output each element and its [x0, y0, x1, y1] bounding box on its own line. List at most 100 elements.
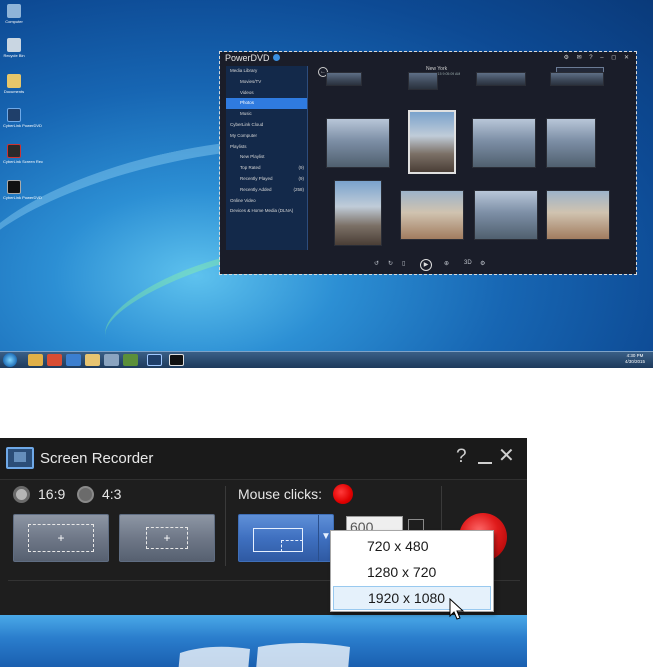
powerdvd-sidebar: Media Library Movies/TV Videos Photos Music C… [226, 66, 308, 250]
app-taskbar-icon[interactable] [104, 354, 119, 366]
desktop-preview-strip [0, 615, 527, 667]
play-icon[interactable]: ▶ [420, 259, 432, 271]
desktop-icon-recycle-bin[interactable]: Recycle Bin [3, 38, 25, 58]
settings-icon[interactable]: ⚙ [480, 260, 485, 267]
sidebar-item-label: Recently Played [240, 175, 273, 181]
desktop-icon-powerdvd[interactable]: CyberLink PowerDVD [3, 108, 42, 128]
photo-thumbnail[interactable] [474, 190, 538, 240]
start-button[interactable] [3, 353, 17, 367]
folder-taskbar-icon[interactable] [85, 354, 100, 366]
sidebar-item-label: Recently Added [240, 186, 272, 192]
recycle-bin-icon [7, 38, 21, 52]
desktop-icon-computer[interactable]: Computer [3, 4, 25, 24]
sidebar-item[interactable]: Top Rated (9) [226, 163, 307, 174]
recorder-title: Screen Recorder [40, 450, 154, 467]
fixed-resolution-button[interactable]: ▼ [238, 514, 334, 562]
sidebar-item[interactable]: Recently Added (258) [226, 185, 307, 196]
photo-thumbnail[interactable] [334, 180, 382, 246]
sidebar-item[interactable]: My Computer [226, 131, 307, 142]
resolution-option-720[interactable]: 720 x 480 [333, 534, 491, 558]
desktop-icon-powerdvd-2[interactable]: CyberLink PowerDVD [3, 180, 42, 200]
sidebar-item-label: CyberLink Cloud [230, 121, 264, 127]
sidebar-item-label: Movies/TV [240, 78, 262, 84]
sidebar-item[interactable]: Music [226, 109, 307, 120]
mouse-clicks-label: Mouse clicks: [238, 486, 323, 502]
taskbar-clock[interactable]: 4:30 PM 4/30/2015 [625, 353, 645, 365]
photo-thumbnail[interactable] [326, 118, 390, 168]
photo-thumbnail[interactable] [400, 190, 464, 240]
divider [225, 486, 226, 566]
photo-thumbnail[interactable] [550, 72, 604, 86]
photo-thumbnail[interactable] [472, 118, 536, 168]
sidebar-item-count: (9) [298, 165, 305, 171]
photo-thumbnail[interactable] [546, 118, 596, 168]
desktop-icon-documents[interactable]: Documents [3, 74, 25, 94]
photo-thumbnail[interactable] [546, 190, 610, 240]
ie-taskbar-icon[interactable] [66, 354, 81, 366]
sidebar-item-label: Videos [240, 89, 254, 95]
photo-thumbnail[interactable] [476, 72, 526, 86]
radio-16-9[interactable] [13, 486, 30, 503]
close-button[interactable]: ✕ [498, 446, 515, 466]
sidebar-item[interactable]: Online Video [226, 196, 307, 207]
sidebar-item[interactable]: CyberLink Cloud [226, 120, 307, 131]
sidebar-item-count: (258) [293, 186, 304, 192]
photo-thumbnail[interactable] [408, 72, 438, 90]
radio-16-9-label: 16:9 [38, 486, 66, 502]
resolution-frame-icon [253, 528, 303, 552]
powerdvd-title: PowerDVD [225, 53, 280, 63]
sidebar-item-label: My Computer [230, 132, 258, 138]
sidebar-item-label: Media Library [230, 68, 258, 73]
sidebar-item-label: Online Video [230, 197, 256, 203]
desktop-icon-screen-recorder[interactable]: CyberLink Screen Rec [3, 144, 43, 164]
sidebar-item-label: Top Rated [240, 165, 261, 171]
sidebar-item[interactable]: Movies/TV [226, 77, 307, 88]
threed-button[interactable]: 3D [464, 260, 472, 266]
play-app-icon [7, 180, 21, 194]
powerdvd-window: PowerDVD ⚙ ✉ ? – ◻ ✕ Media Library Movies… [220, 52, 636, 274]
rotate-right-icon[interactable]: ↻ [388, 260, 393, 267]
crosshair-icon: + [57, 531, 65, 545]
zoom-icon[interactable]: ⊕ [444, 260, 449, 267]
help-button[interactable]: ? [456, 446, 467, 468]
folder-icon [7, 74, 21, 88]
windows-logo-icon [178, 643, 350, 667]
powerdvd-window-controls[interactable]: ⚙ ✉ ? – ◻ ✕ [564, 54, 632, 61]
screen-recorder-icon [7, 144, 21, 158]
sidebar-item[interactable]: Photos [226, 98, 307, 110]
sidebar-item-label: Devices & Home Media (DLNA) [230, 208, 294, 214]
radio-4-3[interactable] [77, 486, 94, 503]
sidebar-item[interactable]: Media Library [226, 66, 307, 77]
resolution-option-1280[interactable]: 1280 x 720 [333, 560, 491, 584]
playback-controls: ↺ ↻ ▯ ▶ ⊕ 3D ⚙ [220, 257, 636, 274]
sidebar-item-label: Music [240, 111, 252, 117]
sidebar-item-label: New Playlist [240, 154, 265, 160]
fullscreen-capture-button[interactable]: + [13, 514, 109, 562]
powerdvd-icon [7, 108, 21, 122]
sidebar-item[interactable]: Recently Played (9) [226, 174, 307, 185]
explorer-taskbar-icon[interactable] [28, 354, 43, 366]
desktop-screenshot: Computer Recycle Bin Documents CyberLink… [0, 0, 653, 368]
computer-icon [7, 4, 21, 18]
rotate-left-icon[interactable]: ↺ [374, 260, 379, 267]
custom-area-capture-button[interactable]: + [119, 514, 215, 562]
sidebar-item[interactable]: Videos [226, 88, 307, 99]
sidebar-item[interactable]: Playlists [226, 142, 307, 153]
windows-taskbar: 4:30 PM 4/30/2015 [0, 351, 653, 368]
powerdvd-taskbar-icon[interactable] [147, 354, 162, 366]
delete-icon[interactable]: ▯ [402, 260, 405, 267]
recorder-taskbar-icon[interactable] [169, 354, 184, 366]
photo-grid [316, 72, 626, 250]
resolution-dropdown: 720 x 480 1280 x 720 1920 x 1080 [330, 530, 494, 612]
sidebar-item[interactable]: Devices & Home Media (DLNA) [226, 206, 307, 217]
photo-thumbnail[interactable] [326, 72, 362, 86]
mouse-click-color-swatch[interactable] [333, 484, 353, 504]
resolution-option-1920[interactable]: 1920 x 1080 [333, 586, 491, 610]
sidebar-item[interactable]: New Playlist [226, 152, 307, 163]
app-taskbar-icon[interactable] [123, 354, 138, 366]
sidebar-item-label: Photos [240, 100, 255, 106]
sidebar-item-label: Playlists [230, 143, 247, 149]
photo-thumbnail-selected[interactable] [408, 110, 456, 174]
chrome-taskbar-icon[interactable] [47, 354, 62, 366]
minimize-button[interactable] [478, 462, 492, 464]
